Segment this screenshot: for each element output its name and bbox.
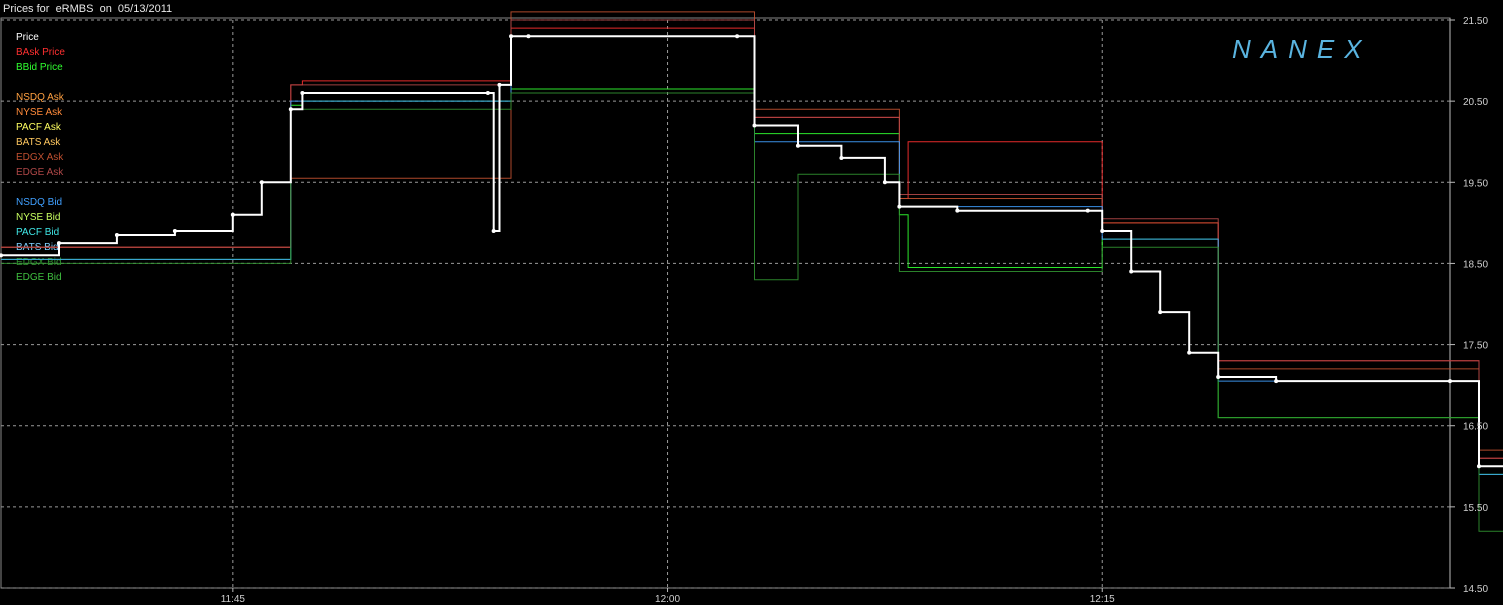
price-point [0,253,3,258]
price-point [795,143,800,148]
y-tick-label: 16.50 [1463,422,1488,433]
price-point [1274,379,1279,384]
y-tick-label: 21.50 [1463,16,1488,27]
grid-lines [1,19,1450,589]
plot-frame [0,17,1451,589]
price-point [1085,208,1090,213]
price-point [897,204,902,209]
price-point [955,208,960,213]
price-point [114,233,119,238]
y-tick-label: 17.50 [1463,341,1488,352]
y-tick-label: 18.50 [1463,259,1488,270]
x-tick-label: 11:45 [221,594,246,605]
series-edge-ask-line [1,19,1503,459]
series-nsdq-bid-line [1,35,1503,475]
x-tick-label: 12:00 [655,594,680,605]
y-tick-label: 14.50 [1463,584,1488,595]
price-point [56,241,61,246]
price-point [497,82,502,87]
x-tick-label: 12:15 [1090,594,1115,605]
price-point [172,228,177,233]
price-point [839,155,844,160]
series-bbid-price-line [1,88,1503,475]
price-point [230,212,235,217]
series-layer [0,11,1503,532]
y-tick-label: 20.50 [1463,97,1488,108]
price-point [1216,375,1221,380]
price-point [1448,379,1452,384]
price-chart: 21.50 20.50 19.50 18.50 17.50 16.50 15.50 14.50… [0,11,1503,605]
price-point [491,228,496,233]
price-point [509,34,514,39]
price-point [735,34,740,39]
series-price-line [1,35,1503,468]
price-point [1476,464,1481,469]
price-point [1129,269,1134,274]
price-point [300,91,305,96]
price-point [288,107,293,112]
price-point [259,180,264,185]
y-tick-label: 15.50 [1463,503,1488,514]
price-point [485,91,490,96]
x-axis-ticks: 11:45 12:00 12:15 [221,588,1115,605]
series-edgx-bid-line [1,92,1503,532]
price-point [1158,310,1163,315]
price-point [1100,228,1105,233]
price-point [882,180,887,185]
y-tick-label: 19.50 [1463,178,1488,189]
price-point [752,123,757,128]
y-axis-ticks: 21.50 20.50 19.50 18.50 17.50 16.50 15.50 14.50 [1450,16,1488,595]
price-point [526,34,531,39]
series-bask-price-line [1,27,1503,459]
price-point [1187,350,1192,355]
